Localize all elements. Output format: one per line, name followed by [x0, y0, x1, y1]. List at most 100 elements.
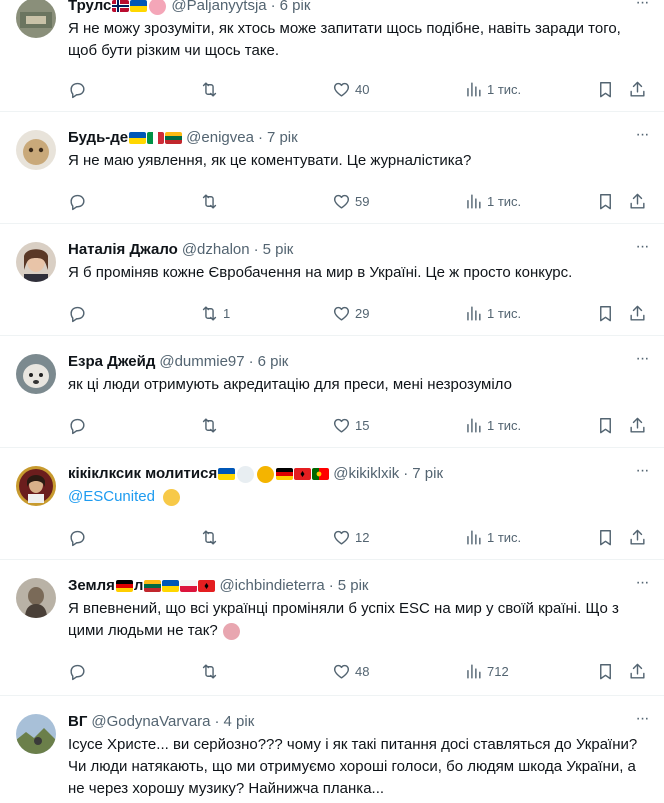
views-icon	[467, 305, 481, 321]
reply-button[interactable]	[68, 78, 91, 100]
author-name[interactable]: Наталія Джало	[68, 240, 178, 260]
timestamp[interactable]: 5 рік	[263, 240, 294, 260]
retweet-button[interactable]	[200, 190, 223, 212]
share-button[interactable]	[628, 526, 647, 548]
reply-button[interactable]	[68, 526, 91, 548]
like-button[interactable]: 12	[332, 526, 369, 548]
views-button[interactable]: 1 тис.	[464, 526, 521, 548]
more-options-icon[interactable]: ···	[632, 127, 652, 148]
more-options-icon[interactable]: ···	[632, 0, 652, 16]
views-icon	[467, 193, 481, 209]
tweet[interactable]: Будь-де @enigvea · 7 рік ··· Я не маю уя…	[0, 112, 664, 224]
reply-icon	[70, 418, 85, 434]
bookmark-button[interactable]	[596, 302, 615, 324]
tweet[interactable]: кікіклксик молитися @kikiklxik · 7 рік ·…	[0, 448, 664, 560]
tweet-header: кікіклксик молитися @kikiklxik · 7 рік	[68, 464, 652, 484]
share-button[interactable]	[628, 78, 647, 100]
reply-button[interactable]	[68, 302, 91, 324]
reply-button[interactable]	[68, 414, 91, 436]
avatar[interactable]	[16, 466, 56, 506]
retweet-button[interactable]	[200, 526, 223, 548]
timestamp[interactable]: 7 рік	[267, 128, 298, 148]
facepalm-emoji-icon	[222, 622, 240, 640]
author-name[interactable]: кікіклксик молитися	[68, 464, 217, 484]
share-button[interactable]	[628, 414, 647, 436]
author-handle[interactable]: @kikiklxik	[333, 464, 399, 484]
retweet-button[interactable]	[200, 660, 223, 682]
like-button[interactable]: 48	[332, 660, 369, 682]
more-options-icon[interactable]: ···	[632, 463, 652, 484]
views-button[interactable]: 1 тис.	[464, 78, 521, 100]
author-name[interactable]: Будь-де	[68, 128, 128, 148]
author-handle[interactable]: @dummie97	[159, 352, 244, 372]
avatar[interactable]	[16, 354, 56, 394]
like-button[interactable]: 59	[332, 190, 369, 212]
timestamp[interactable]: 4 рік	[224, 712, 255, 732]
bookmark-button[interactable]	[596, 526, 615, 548]
mention-link[interactable]: @ESCunited	[68, 488, 155, 505]
author-name[interactable]: ВГ	[68, 712, 87, 732]
timestamp[interactable]: 7 рік	[412, 464, 443, 484]
share-button[interactable]	[628, 302, 647, 324]
retweet-button[interactable]: 1	[200, 302, 230, 324]
avatar[interactable]	[16, 130, 56, 170]
views-button[interactable]: 1 тис.	[464, 414, 521, 436]
bookmark-icon	[600, 663, 611, 679]
italy-flag-icon	[147, 132, 165, 144]
views-button[interactable]: 1 тис.	[464, 190, 521, 212]
bookmark-icon	[600, 529, 611, 545]
more-options-icon[interactable]: ···	[632, 711, 652, 732]
tweet[interactable]: Земля л @ichbindieterra · 5 рік ··· Я вп…	[0, 560, 664, 696]
retweet-button[interactable]	[200, 414, 223, 436]
reply-icon	[70, 306, 85, 322]
author-name[interactable]: Езра Джейд	[68, 352, 155, 372]
timestamp[interactable]: 6 рік	[258, 352, 289, 372]
author-handle[interactable]: @Paljanyytsja	[171, 0, 266, 16]
share-icon	[630, 417, 645, 433]
share-button[interactable]	[628, 660, 647, 682]
author-handle[interactable]: @dzhalon	[182, 240, 250, 260]
timestamp[interactable]: 6 рік	[280, 0, 311, 16]
views-button[interactable]: 1 тис.	[464, 302, 521, 324]
bookmark-icon	[600, 81, 611, 97]
author-handle[interactable]: @enigvea	[186, 128, 254, 148]
reply-button[interactable]	[68, 660, 91, 682]
author-name[interactable]: Земля	[68, 576, 115, 596]
bookmark-button[interactable]	[596, 190, 615, 212]
tweet[interactable]: ВГ @GodynaVarvara · 4 рік ··· Ісусе Хрис…	[0, 696, 664, 803]
author-handle[interactable]: @GodynaVarvara	[91, 712, 210, 732]
author-name[interactable]: Трулс	[68, 0, 111, 16]
more-options-icon[interactable]: ···	[632, 351, 652, 372]
tweet[interactable]: Езра Джейд @dummie97 · 6 рік ··· як ці л…	[0, 336, 664, 448]
avatar[interactable]	[16, 714, 56, 754]
author-handle[interactable]: @ichbindieterra	[219, 576, 324, 596]
bookmark-button[interactable]	[596, 414, 615, 436]
avatar[interactable]	[16, 0, 56, 38]
tweet[interactable]: Трулс @Paljanyytsja · 6 рік ··· Я не мож…	[0, 0, 664, 112]
tweet-actions: 15 1 тис.	[68, 414, 652, 436]
like-button[interactable]: 15	[332, 414, 369, 436]
like-button[interactable]: 29	[332, 302, 369, 324]
share-button[interactable]	[628, 190, 647, 212]
timestamp[interactable]: 5 рік	[338, 576, 369, 596]
germany-flag-icon	[115, 580, 133, 592]
more-options-icon[interactable]: ···	[632, 575, 652, 596]
tweet[interactable]: Наталія Джало @dzhalon · 5 рік ··· Я б п…	[0, 224, 664, 336]
share-icon	[630, 81, 645, 97]
bookmark-button[interactable]	[596, 660, 615, 682]
avatar[interactable]	[16, 578, 56, 618]
like-button[interactable]: 40	[332, 78, 369, 100]
reply-icon	[70, 82, 85, 98]
bookmark-button[interactable]	[596, 78, 615, 100]
retweet-button[interactable]	[200, 78, 223, 100]
separator-dot: ·	[257, 129, 263, 146]
ukraine-flag-icon	[218, 468, 236, 480]
retweet-icon	[202, 417, 217, 433]
more-options-icon[interactable]: ···	[632, 239, 652, 260]
dove-emoji-icon	[237, 465, 255, 483]
reply-button[interactable]	[68, 190, 91, 212]
views-button[interactable]: 712	[464, 660, 509, 682]
avatar[interactable]	[16, 242, 56, 282]
retweet-icon	[202, 193, 217, 209]
share-icon	[630, 663, 645, 679]
